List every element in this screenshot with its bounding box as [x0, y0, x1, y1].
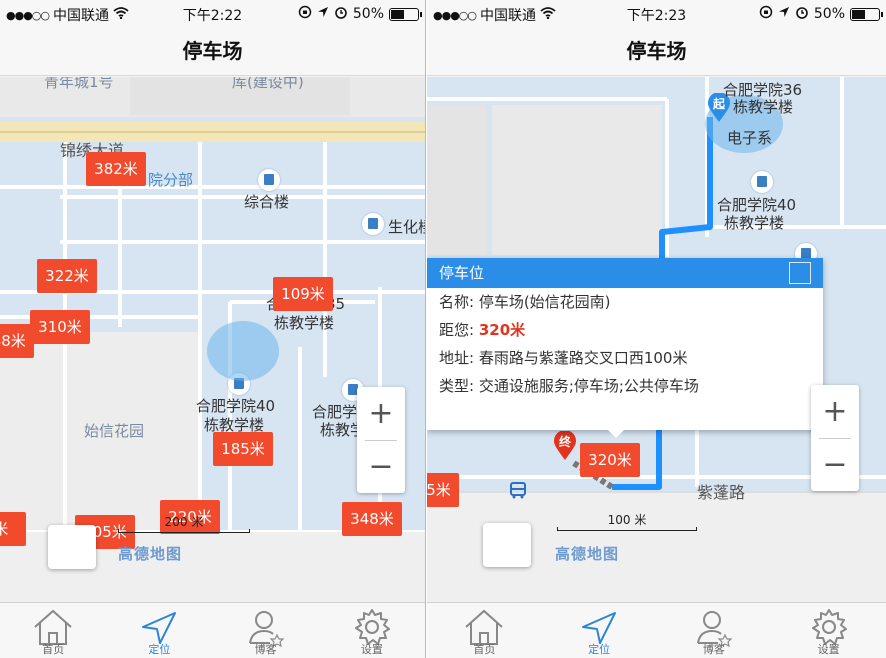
zoom-control: + −: [811, 385, 859, 491]
tab-locate[interactable]: 定位: [106, 603, 212, 658]
zoom-control: + −: [357, 387, 405, 493]
map-view[interactable]: 青年城1号 库(建设中) 锦绣大道 院分部 综合楼 生化楼 合肥学院35 栋教学…: [0, 77, 425, 602]
current-location-marker: [207, 321, 279, 381]
tab-label: 定位: [588, 643, 611, 656]
tab-label: 设置: [360, 643, 383, 656]
locate-me-button[interactable]: [48, 525, 96, 569]
end-marker-label: 终: [558, 435, 571, 449]
poi-label: 生化楼: [388, 218, 425, 236]
popup-name-row: 名称: 停车场(始信花园南): [427, 288, 823, 316]
orientation-lock-icon: [298, 5, 312, 23]
road-label: 紫蓬路: [697, 483, 746, 502]
alarm-icon: [334, 5, 348, 23]
tab-locate[interactable]: 定位: [542, 603, 657, 658]
poi-label: 综合楼: [244, 193, 290, 211]
address-label: 地址:: [439, 349, 479, 367]
tab-label: 首页: [473, 643, 496, 656]
name-value: 停车场(始信花园南): [478, 293, 611, 311]
map-scale: 200 米: [118, 513, 250, 533]
battery-icon: [389, 7, 422, 21]
area-label: 始信花园: [84, 422, 145, 440]
popup-close-button[interactable]: [789, 262, 811, 284]
distance-tag[interactable]: 388米: [0, 324, 34, 358]
end-marker: 终: [553, 430, 577, 461]
status-bar: ●●●○○ 中国联通 下午2:22 50%: [0, 0, 425, 28]
name-label: 名称:: [439, 293, 479, 311]
page-title: 停车场: [0, 28, 425, 76]
type-label: 类型:: [439, 377, 479, 395]
zoom-out-button[interactable]: −: [357, 440, 405, 493]
popup-address-row: 地址: 春雨路与紫蓬路交叉口西100米: [427, 344, 823, 372]
distance-tag[interactable]: 185米: [213, 432, 273, 466]
tab-bar: 首页 定位 博客 设置: [427, 602, 886, 658]
scale-label: 200 米: [164, 515, 204, 529]
locate-me-button[interactable]: [483, 523, 531, 567]
tab-settings[interactable]: 设置: [319, 603, 425, 658]
distance-tag[interactable]: 105米: [427, 473, 459, 507]
distance-label: 距您:: [439, 321, 479, 339]
distance-value: 320米: [478, 321, 526, 339]
battery-percent: 50%: [813, 6, 845, 22]
screen-parking-list: ●●●○○ 中国联通 下午2:22 50% 停车场 青年城1号 库(建设中) 锦…: [0, 0, 426, 658]
poi-label: 栋教学楼: [274, 314, 335, 332]
distance-tag[interactable]: 382米: [86, 152, 146, 186]
status-bar: ●●●○○ 中国联通 下午2:23 50%: [427, 0, 886, 28]
battery-icon: [850, 7, 883, 21]
distance-tag[interactable]: 348米: [342, 502, 402, 536]
tab-label: 博客: [254, 643, 277, 656]
tab-bar: 首页 定位 博客 设置: [0, 602, 425, 658]
poi-label: 库(建设中): [232, 77, 304, 91]
map-logo: 高德地图: [118, 545, 183, 563]
tab-label: 设置: [817, 643, 840, 656]
screen-parking-route: ●●●○○ 中国联通 下午2:23 50% 停车场 起 终 合肥学院36 栋教学…: [427, 0, 886, 658]
orientation-lock-icon: [759, 5, 773, 23]
scale-label: 100 米: [607, 513, 647, 527]
location-services-icon: [778, 6, 790, 22]
poi-label: 栋教学楼: [733, 98, 794, 116]
distance-tag[interactable]: 8米: [0, 512, 26, 546]
popup-title: 停车位: [439, 264, 485, 282]
tab-blog[interactable]: 博客: [213, 603, 319, 658]
tab-label: 首页: [42, 643, 65, 656]
poi-label: 栋教学楼: [724, 214, 785, 232]
zoom-out-button[interactable]: −: [811, 438, 859, 491]
address-value: 春雨路与紫蓬路交叉口西100米: [478, 349, 688, 367]
zoom-in-button[interactable]: +: [357, 387, 405, 440]
popup-distance-row: 距您: 320米: [427, 316, 823, 344]
distance-tag[interactable]: 109米: [273, 277, 333, 311]
poi-label: 电子系: [727, 129, 773, 147]
distance-tag[interactable]: 320米: [580, 443, 640, 477]
tab-home[interactable]: 首页: [0, 603, 106, 658]
location-services-icon: [317, 6, 329, 22]
tab-blog[interactable]: 博客: [657, 603, 772, 658]
bus-stop-icon: [507, 479, 529, 501]
alarm-icon: [795, 5, 809, 23]
page-title: 停车场: [427, 28, 886, 76]
type-value: 交通设施服务;停车场;公共停车场: [478, 377, 699, 395]
poi-label: 合肥学院40: [196, 397, 276, 415]
zoom-in-button[interactable]: +: [811, 385, 859, 438]
tab-home[interactable]: 首页: [427, 603, 542, 658]
poi-label: 院分部: [148, 171, 194, 189]
tab-settings[interactable]: 设置: [771, 603, 886, 658]
battery-percent: 50%: [352, 6, 384, 22]
tab-label: 定位: [148, 643, 171, 656]
popup-type-row: 类型: 交通设施服务;停车场;公共停车场: [427, 372, 823, 400]
distance-tag[interactable]: 322米: [37, 259, 97, 293]
building-icon: [362, 213, 384, 235]
parking-info-popup: 停车位 名称: 停车场(始信花园南) 距您: 320米 地址: 春雨路与紫蓬路交…: [427, 258, 823, 438]
map-scale: 100 米: [557, 511, 697, 531]
poi-label: 青年城1号: [44, 77, 114, 91]
building-icon: [258, 169, 280, 191]
map-logo: 高德地图: [555, 545, 620, 563]
distance-tag[interactable]: 310米: [30, 310, 90, 344]
tab-label: 博客: [702, 643, 725, 656]
building-icon: [751, 171, 773, 193]
map-view[interactable]: 起 终 合肥学院36 栋教学楼 电子系 合肥学院40 栋教学楼 紫蓬路 320米…: [427, 77, 886, 602]
